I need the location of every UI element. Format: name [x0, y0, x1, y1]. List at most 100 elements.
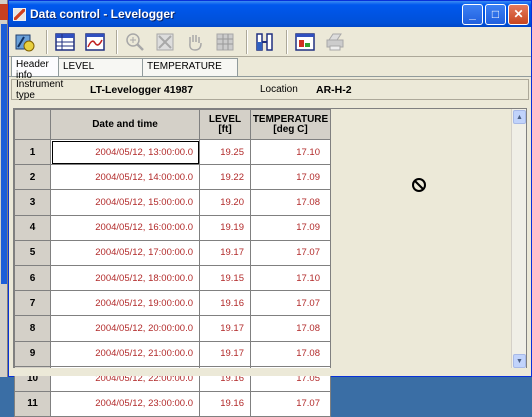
background-window-close — [0, 4, 8, 20]
compensate-icon[interactable] — [252, 29, 278, 55]
level-cell[interactable]: 19.25 — [199, 138, 251, 166]
temperature-cell[interactable]: 17.10 — [250, 264, 331, 292]
level-cell[interactable]: 19.16 — [199, 390, 251, 417]
row-number: 8 — [14, 315, 51, 342]
col-header-date[interactable]: Date and time — [50, 109, 200, 140]
row-number: 1 — [14, 138, 51, 166]
background-window-edge — [0, 0, 8, 377]
row-number: 7 — [14, 290, 51, 317]
date-cell[interactable]: 2004/05/12, 16:00:00.0 — [50, 214, 200, 241]
background-window-panel — [1, 24, 7, 284]
data-control-window: Data control - Levelogger _ □ ✕ Header i… — [8, 0, 532, 417]
row-number: 6 — [14, 264, 51, 292]
table-row[interactable]: 9 2004/05/12, 21:00:00.0 19.17 17.08 — [14, 340, 331, 367]
zoom-area-icon[interactable] — [152, 29, 178, 55]
location-value: AR-H-2 — [316, 83, 352, 96]
close-icon: ✕ — [513, 7, 524, 21]
print-icon[interactable] — [322, 29, 348, 55]
table-row[interactable]: 4 2004/05/12, 16:00:00.0 19.19 17.09 — [14, 214, 331, 241]
toolbar-separator — [246, 29, 248, 54]
col-header-temperature[interactable]: TEMPERATURE [deg C] — [250, 109, 331, 140]
tab-strip: Header info LEVEL TEMPERATURE — [9, 56, 531, 81]
pan-icon[interactable] — [182, 29, 208, 55]
table-row[interactable]: 3 2004/05/12, 15:00:00.0 19.20 17.08 — [14, 189, 331, 216]
level-cell[interactable]: 19.16 — [199, 290, 251, 317]
level-cell[interactable]: 19.19 — [199, 214, 251, 241]
row-number: 3 — [14, 189, 51, 216]
temperature-cell[interactable]: 17.07 — [250, 390, 331, 417]
close-button[interactable]: ✕ — [508, 3, 529, 25]
maximize-icon: □ — [491, 7, 500, 21]
temperature-cell[interactable]: 17.08 — [250, 189, 331, 216]
table-row[interactable]: 2 2004/05/12, 14:00:00.0 19.22 17.09 — [14, 164, 331, 191]
location-label: Location — [260, 84, 298, 95]
window-title: Data control - Levelogger — [30, 7, 175, 21]
date-cell[interactable]: 2004/05/12, 21:00:00.0 — [50, 340, 200, 367]
corner-header — [14, 109, 51, 140]
export-icon[interactable] — [292, 29, 318, 55]
title-bar[interactable]: Data control - Levelogger _ □ ✕ — [9, 1, 531, 27]
temperature-cell[interactable]: 17.09 — [250, 164, 331, 191]
date-cell[interactable]: 2004/05/12, 13:00:00.0 — [50, 138, 200, 166]
temperature-cell[interactable]: 17.10 — [250, 138, 331, 166]
temperature-cell[interactable]: 17.07 — [250, 290, 331, 317]
scroll-up-icon[interactable]: ▲ — [513, 110, 526, 124]
data-grid: Date and time LEVEL [ft] TEMPERATURE [de… — [13, 108, 527, 417]
table-row[interactable]: 6 2004/05/12, 18:00:00.0 19.15 17.10 — [14, 264, 331, 292]
date-cell[interactable]: 2004/05/12, 20:00:00.0 — [50, 315, 200, 342]
level-cell[interactable]: 19.20 — [199, 189, 251, 216]
not-allowed-cursor-icon — [412, 178, 426, 192]
table-row[interactable]: 7 2004/05/12, 19:00:00.0 19.16 17.07 — [14, 290, 331, 317]
chart-view-icon[interactable] — [82, 29, 108, 55]
col-header-level[interactable]: LEVEL [ft] — [199, 109, 251, 140]
open-icon[interactable] — [12, 29, 38, 55]
table-row[interactable]: 1 2004/05/12, 13:00:00.0 19.25 17.10 — [14, 138, 331, 166]
date-cell[interactable]: 2004/05/12, 17:00:00.0 — [50, 239, 200, 266]
toolbar-separator — [286, 29, 288, 54]
table-row[interactable]: 5 2004/05/12, 17:00:00.0 19.17 17.07 — [14, 239, 331, 266]
col-header-temperature-unit: [deg C] — [273, 123, 308, 135]
row-number: 5 — [14, 239, 51, 266]
date-cell[interactable]: 2004/05/12, 18:00:00.0 — [50, 264, 200, 292]
col-header-level-unit: [ft] — [218, 123, 232, 135]
toolbar-separator — [116, 29, 118, 54]
instrument-info-bar: Instrument type LT-Levelogger 41987 Loca… — [11, 78, 529, 101]
toolbar — [9, 27, 531, 57]
date-cell[interactable]: 2004/05/12, 15:00:00.0 — [50, 189, 200, 216]
row-number: 11 — [14, 390, 51, 417]
level-cell[interactable]: 19.17 — [199, 315, 251, 342]
minimize-icon: _ — [469, 7, 476, 21]
level-cell[interactable]: 19.15 — [199, 264, 251, 292]
table-row[interactable]: 8 2004/05/12, 20:00:00.0 19.17 17.08 — [14, 315, 331, 342]
instrument-type-value: LT-Levelogger 41987 — [90, 83, 194, 96]
level-cell[interactable]: 19.22 — [199, 164, 251, 191]
row-number: 9 — [14, 340, 51, 367]
app-icon — [13, 7, 26, 21]
minimize-button[interactable]: _ — [462, 3, 483, 25]
level-cell[interactable]: 19.17 — [199, 340, 251, 367]
status-bar — [9, 368, 531, 376]
date-cell[interactable]: 2004/05/12, 23:00:00.0 — [50, 390, 200, 417]
temperature-cell[interactable]: 17.08 — [250, 315, 331, 342]
table-view-icon[interactable] — [52, 29, 78, 55]
vertical-scrollbar[interactable]: ▲ ▼ — [511, 109, 526, 369]
temperature-cell[interactable]: 17.08 — [250, 340, 331, 367]
temperature-cell[interactable]: 17.07 — [250, 239, 331, 266]
temperature-cell[interactable]: 17.09 — [250, 214, 331, 241]
table-header-row: Date and time LEVEL [ft] TEMPERATURE [de… — [14, 109, 331, 140]
zoom-icon[interactable] — [122, 29, 148, 55]
table-row[interactable]: 11 2004/05/12, 23:00:00.0 19.16 17.07 — [14, 390, 331, 417]
date-cell[interactable]: 2004/05/12, 14:00:00.0 — [50, 164, 200, 191]
date-cell[interactable]: 2004/05/12, 19:00:00.0 — [50, 290, 200, 317]
level-cell[interactable]: 19.17 — [199, 239, 251, 266]
tab-level[interactable]: LEVEL — [58, 58, 143, 76]
row-number: 4 — [14, 214, 51, 241]
row-number: 2 — [14, 164, 51, 191]
toolbar-separator — [46, 29, 48, 54]
scroll-down-icon[interactable]: ▼ — [513, 354, 526, 368]
tab-header-info[interactable]: Header info — [11, 56, 59, 81]
instrument-type-label: Instrument type — [16, 78, 64, 101]
grid-icon[interactable] — [212, 29, 238, 55]
tab-temperature[interactable]: TEMPERATURE — [142, 58, 238, 76]
maximize-button[interactable]: □ — [485, 3, 506, 25]
